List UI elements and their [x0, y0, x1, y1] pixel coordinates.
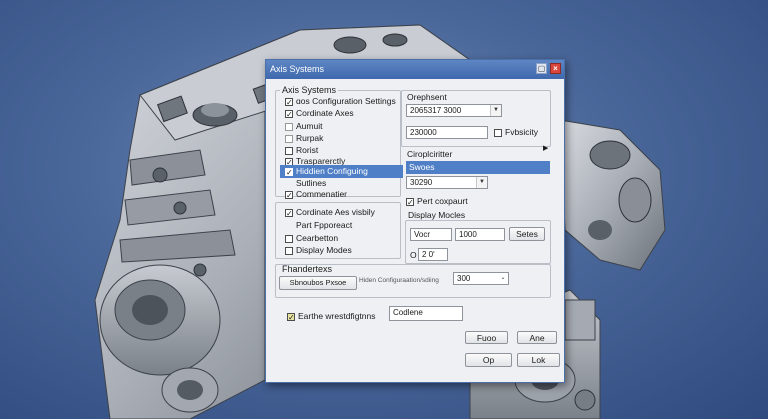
right-header: Orephsent — [407, 92, 447, 102]
codlene-field[interactable]: Codlene — [389, 306, 463, 321]
chevron-right-icon[interactable]: ▶ — [543, 144, 548, 152]
checkbox[interactable]: ✓ — [285, 190, 293, 199]
field-a[interactable]: Vocr — [410, 228, 452, 241]
part-compact-option[interactable]: ✓ Pert coxpaurt — [406, 195, 468, 208]
checkbox[interactable] — [285, 146, 293, 155]
bottom-group-title: Fhandertexs — [282, 264, 333, 274]
checkbox[interactable]: ✓ — [285, 208, 293, 217]
checkbox[interactable]: ✓ — [285, 109, 293, 118]
ane-button[interactable]: Ane — [517, 331, 557, 344]
option-display-modes[interactable]: Display Modes — [285, 244, 352, 257]
right-subheader: Ciroplciritter — [407, 149, 453, 159]
selected-list-item[interactable]: Swoes — [406, 161, 550, 174]
display-modes-label: Display Mocles — [408, 210, 466, 220]
field-b[interactable]: 1000 — [455, 228, 505, 241]
earth-option[interactable]: ✓ Earthe wrestdfigtnns — [287, 310, 375, 323]
zoom-label: O — [410, 250, 417, 260]
hint-value-field[interactable]: 300 ⌄ — [453, 272, 509, 285]
option-commenatier[interactable]: ✓ Commenatier — [285, 188, 347, 201]
checkbox[interactable] — [285, 222, 293, 230]
axis-systems-dialog: Axis Systems ▢ × Axis Systems ✓ ɑos Conf… — [265, 59, 565, 383]
browse-button[interactable]: Sbnoubos Pxsoe — [279, 276, 357, 290]
chevron-down-icon[interactable]: ▼ — [490, 105, 501, 116]
visibility-option[interactable]: Fvbsicity — [494, 126, 538, 139]
option-coordinate-axes-visibility[interactable]: ✓ Cordinate Aes visbily — [285, 206, 375, 219]
option-part-appearance[interactable]: Part Fpporeact — [285, 219, 352, 232]
close-icon[interactable]: × — [550, 63, 561, 74]
checkbox[interactable]: ✓ — [285, 167, 293, 176]
minimize-icon[interactable]: ▢ — [536, 63, 547, 74]
hint-text: Hiden Configuraation/sdiing — [359, 277, 439, 284]
chevron-down-icon[interactable]: ⌄ — [498, 273, 508, 284]
option-coordinate-axes[interactable]: ✓ Cordinate Axes — [285, 107, 354, 120]
zoom-field[interactable]: 2 0ʹ — [418, 248, 448, 261]
lock-button[interactable]: Lok — [517, 353, 560, 367]
checkbox[interactable]: ✓ — [406, 197, 414, 206]
dialog-title: Axis Systems — [270, 64, 325, 74]
checkbox[interactable]: ✓ — [285, 97, 293, 106]
checkbox[interactable]: ✓ — [287, 312, 295, 321]
checkbox[interactable] — [494, 128, 502, 137]
axis-systems-group-title: Axis Systems — [280, 85, 339, 95]
dialog-title-bar[interactable]: Axis Systems ▢ × — [266, 60, 564, 79]
ok-button[interactable]: Op — [465, 353, 512, 367]
checkbox[interactable] — [285, 234, 293, 243]
setes-button[interactable]: Setes — [509, 227, 545, 241]
fuoo-button[interactable]: Fuoo — [465, 331, 508, 344]
checkbox[interactable] — [285, 180, 293, 188]
chevron-down-icon[interactable]: ▼ — [476, 177, 487, 188]
checkbox[interactable] — [285, 246, 293, 255]
value-field[interactable]: 230000 — [406, 126, 488, 139]
dropdown-one[interactable]: 2065317 3000 ▼ — [406, 104, 502, 117]
checkbox[interactable] — [285, 122, 293, 131]
checkbox[interactable] — [285, 134, 293, 143]
dropdown-two[interactable]: 30290 ▼ — [406, 176, 488, 189]
